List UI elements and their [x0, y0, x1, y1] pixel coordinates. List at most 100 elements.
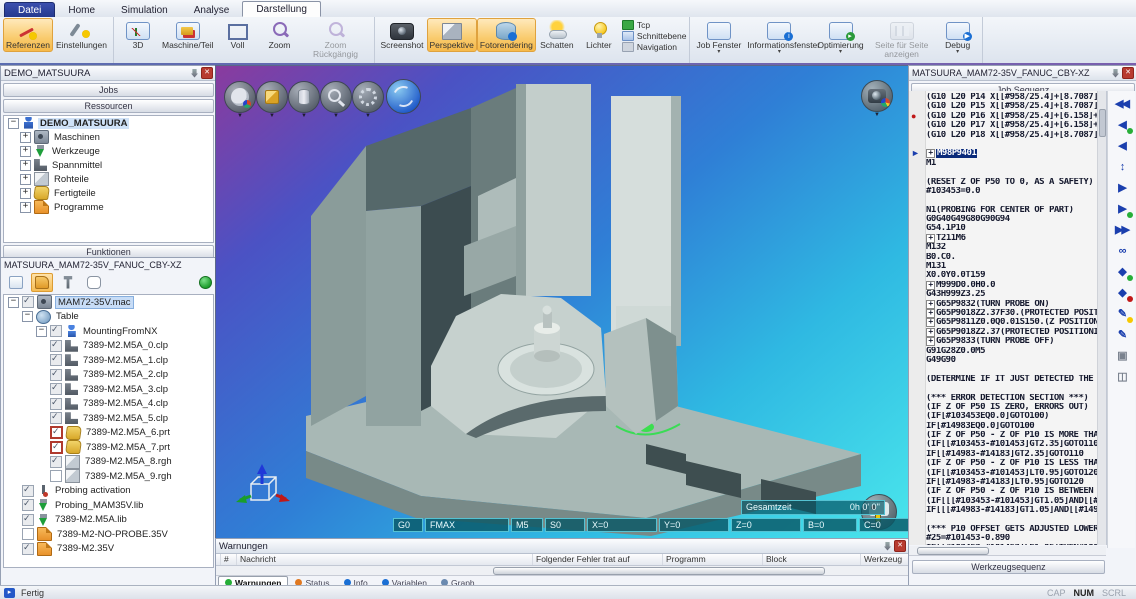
code-line[interactable] — [926, 365, 1098, 374]
tab-analyse[interactable]: Analyse — [181, 3, 243, 17]
code-line[interactable]: +M999D0.0H0.0 — [926, 281, 1098, 290]
code-expander[interactable]: + — [926, 328, 935, 337]
view-settings-button[interactable]: ▼ — [352, 81, 384, 113]
code-expander[interactable]: + — [926, 149, 935, 158]
tree-expander[interactable]: − — [8, 297, 19, 308]
edit-code-button[interactable]: ✎ — [1110, 325, 1134, 346]
code-line[interactable]: (RESET Z OF P50 TO 0, AS A SAFETY) — [926, 178, 1098, 187]
tree-expander[interactable]: + — [20, 146, 31, 157]
ribbon-button-screenshot[interactable]: Screenshot — [378, 18, 427, 52]
ribbon-button-3d[interactable]: 3D — [117, 18, 159, 52]
code-line[interactable]: (G10 L20 P17 X[[#958/25.4]+[6.158]+[0.]]… — [926, 121, 1098, 130]
code-line[interactable]: G43H999Z3.25 — [926, 290, 1098, 299]
tree-row-probing-mam35v-lib[interactable]: Probing_MAM35V.lib — [4, 498, 213, 513]
view-reference-button[interactable]: ▼ — [224, 81, 256, 113]
checkbox[interactable] — [22, 514, 34, 526]
ribbon-button-optimierung[interactable]: ▸Optimierung▾ — [814, 18, 866, 57]
column-header-nachricht[interactable]: Nachricht — [236, 554, 276, 565]
code-line[interactable]: G54.1P10 — [926, 224, 1098, 233]
tree-row-7389-m2-m5a-4-clp[interactable]: 7389-M2.M5A_4.clp — [4, 397, 213, 412]
tree-row-7389-m2-m5a-8-rgh[interactable]: 7389-M2.M5A_8.rgh — [4, 455, 213, 470]
tree-row-7389-m2-m5a-1-clp[interactable]: 7389-M2.M5A_1.clp — [4, 353, 213, 368]
play-forward-button[interactable]: ▶ — [1110, 178, 1134, 199]
tab-datei[interactable]: Datei — [4, 2, 55, 17]
tree-expander[interactable]: + — [20, 188, 31, 199]
tab-simulation[interactable]: Simulation — [108, 3, 181, 17]
camera-view-button[interactable]: ▼ — [861, 80, 893, 112]
code-line[interactable]: +G65P9832(TURN PROBE ON) — [926, 300, 1098, 309]
code-line[interactable]: +G65P9018Z2.37(PROTECTED POSITIONING — [926, 328, 1098, 337]
close-icon[interactable]: ✕ — [894, 540, 906, 552]
code-line[interactable]: IF[#14983EQ0.0]GOTO100 — [926, 422, 1098, 431]
code-line[interactable]: #103453=0.0 — [926, 187, 1098, 196]
view-solid-button[interactable]: ▼ — [256, 81, 288, 113]
code-line[interactable]: (IF[[#103453-#101453]GT2.35]GOTO110) — [926, 440, 1098, 449]
checkbox[interactable] — [50, 470, 62, 482]
jobs-bar[interactable]: Jobs — [3, 83, 214, 97]
code-expander[interactable]: + — [926, 337, 935, 346]
code-line[interactable] — [926, 196, 1098, 205]
save-button[interactable]: ▣ — [1110, 346, 1134, 367]
tree-row-7389-m2-m5a-9-rgh[interactable]: 7389-M2.M5A_9.rgh — [4, 469, 213, 484]
warnings-hscrollbar[interactable] — [216, 566, 909, 576]
checkbox[interactable] — [22, 485, 34, 497]
report-settings-button[interactable] — [5, 273, 27, 292]
ribbon-button-job-fenster[interactable]: Job Fenster▾ — [693, 18, 744, 57]
tree-row-probing-activation[interactable]: Probing activation — [4, 484, 213, 499]
3d-viewport[interactable]: ▼ ▼ ▼ ▼ ▼ ▼ Gesamtzeit 0h 0' 0'' G0FMAXM… — [215, 65, 910, 540]
close-icon[interactable]: ✕ — [1122, 67, 1134, 79]
tree-expander[interactable]: + — [20, 174, 31, 185]
code-line[interactable]: (IF Z OF P50 - Z OF P10 IS LESS THAN 0.9… — [926, 459, 1098, 468]
checkbox[interactable] — [22, 296, 34, 308]
code-line[interactable]: IF[[#14983-#14183]GT2.35]GOTO110 — [926, 450, 1098, 459]
ribbon-button-referenzen[interactable]: Referenzen — [3, 18, 53, 52]
code-line[interactable]: (IF[[[#103453-#101453]GT1.05]AND[[#10345 — [926, 497, 1098, 506]
code-line[interactable]: (G10 L20 P18 X[[#958/25.4]+[8.7087]+[0.]… — [926, 131, 1098, 140]
ribbon-toggle-navigation[interactable]: Navigation — [622, 41, 687, 52]
tree-row-fertigteile[interactable]: +Fertigteile — [4, 186, 213, 200]
ribbon-button-debug[interactable]: ▶Debug▾ — [937, 18, 979, 57]
restart-simulation-button[interactable]: ◀ — [1110, 115, 1134, 136]
nc-code-view[interactable]: ●► (G10 L20 P14 X[[#958/25.4]+[8.7087]+[… — [909, 91, 1107, 545]
tool-settings-button[interactable] — [57, 273, 79, 292]
code-line[interactable] — [926, 168, 1098, 177]
view-orbit-button[interactable] — [386, 79, 421, 114]
ribbon-button-zoom-r-ckg-ngig[interactable]: Zoom Rückgängig — [301, 18, 371, 61]
code-expander[interactable]: + — [926, 234, 935, 243]
tab-darstellung[interactable]: Darstellung — [242, 1, 321, 17]
play-backward-button[interactable]: ◀ — [1110, 136, 1134, 157]
code-line[interactable] — [926, 140, 1098, 149]
code-line[interactable]: (IF Z OF P50 IS ZERO, ERRORS OUT) — [926, 403, 1098, 412]
ribbon-button-perspektive[interactable]: Perspektive — [427, 18, 477, 52]
checkbox[interactable] — [22, 499, 34, 511]
highlight-edit-button[interactable]: ✎ — [1110, 304, 1134, 325]
remove-stock-button[interactable]: ◆ — [1110, 283, 1134, 304]
werkzeugsequenz-bar[interactable]: Werkzeugsequenz — [912, 560, 1105, 574]
code-expander[interactable]: + — [926, 281, 935, 290]
view-zoom-button[interactable]: ▼ — [320, 81, 352, 113]
code-line[interactable]: +G65P9811Z0.0Q0.01S150.(Z POSITION STO — [926, 318, 1098, 327]
tree-row-root[interactable]: −DEMO_MATSUURA — [4, 116, 213, 130]
code-line[interactable]: (IF[[#103453-#101453]LT0.95]GOTO120) — [926, 469, 1098, 478]
tree-expander[interactable]: + — [20, 160, 31, 171]
ribbon-button-lichter[interactable]: Lichter — [578, 18, 620, 52]
code-line[interactable]: (G10 L20 P14 X[[#958/25.4]+[8.7087]+[0.]… — [926, 93, 1098, 102]
code-line[interactable]: (IF Z OF P50 - Z OF P10 IS MORE THAN 2.3 — [926, 431, 1098, 440]
tree-row-werkzeuge[interactable]: +Werkzeuge — [4, 144, 213, 158]
column-header-programm[interactable]: Programm — [662, 554, 706, 565]
checkbox[interactable] — [50, 426, 63, 439]
checkbox[interactable] — [50, 383, 62, 395]
tree-expander[interactable]: − — [22, 311, 33, 322]
measure-button[interactable]: ∞ — [1110, 241, 1134, 262]
ribbon-button-seite-f-r-seite-anzeigen[interactable]: Seite für Seite anzeigen — [867, 18, 937, 61]
pin-icon[interactable] — [1112, 69, 1119, 78]
code-line[interactable]: (G10 L20 P16 X[[#958/25.4]+[6.158]+[0.]]… — [926, 112, 1098, 121]
checkbox[interactable] — [50, 456, 62, 468]
code-line[interactable]: N1(PROBING FOR CENTER OF PART) — [926, 206, 1098, 215]
code-line[interactable]: #25=#101453-0.890 — [926, 534, 1098, 543]
code-line[interactable]: (*** P10 OFFSET GETS ADJUSTED LOWER — [926, 525, 1098, 534]
code-vscrollbar[interactable] — [1097, 91, 1106, 545]
code-line[interactable]: B0.C0. — [926, 253, 1098, 262]
code-line[interactable]: G49G90 — [926, 356, 1098, 365]
tree-row-7389-m2-no-probe-35v[interactable]: 7389-M2-NO-PROBE.35V — [4, 527, 213, 542]
